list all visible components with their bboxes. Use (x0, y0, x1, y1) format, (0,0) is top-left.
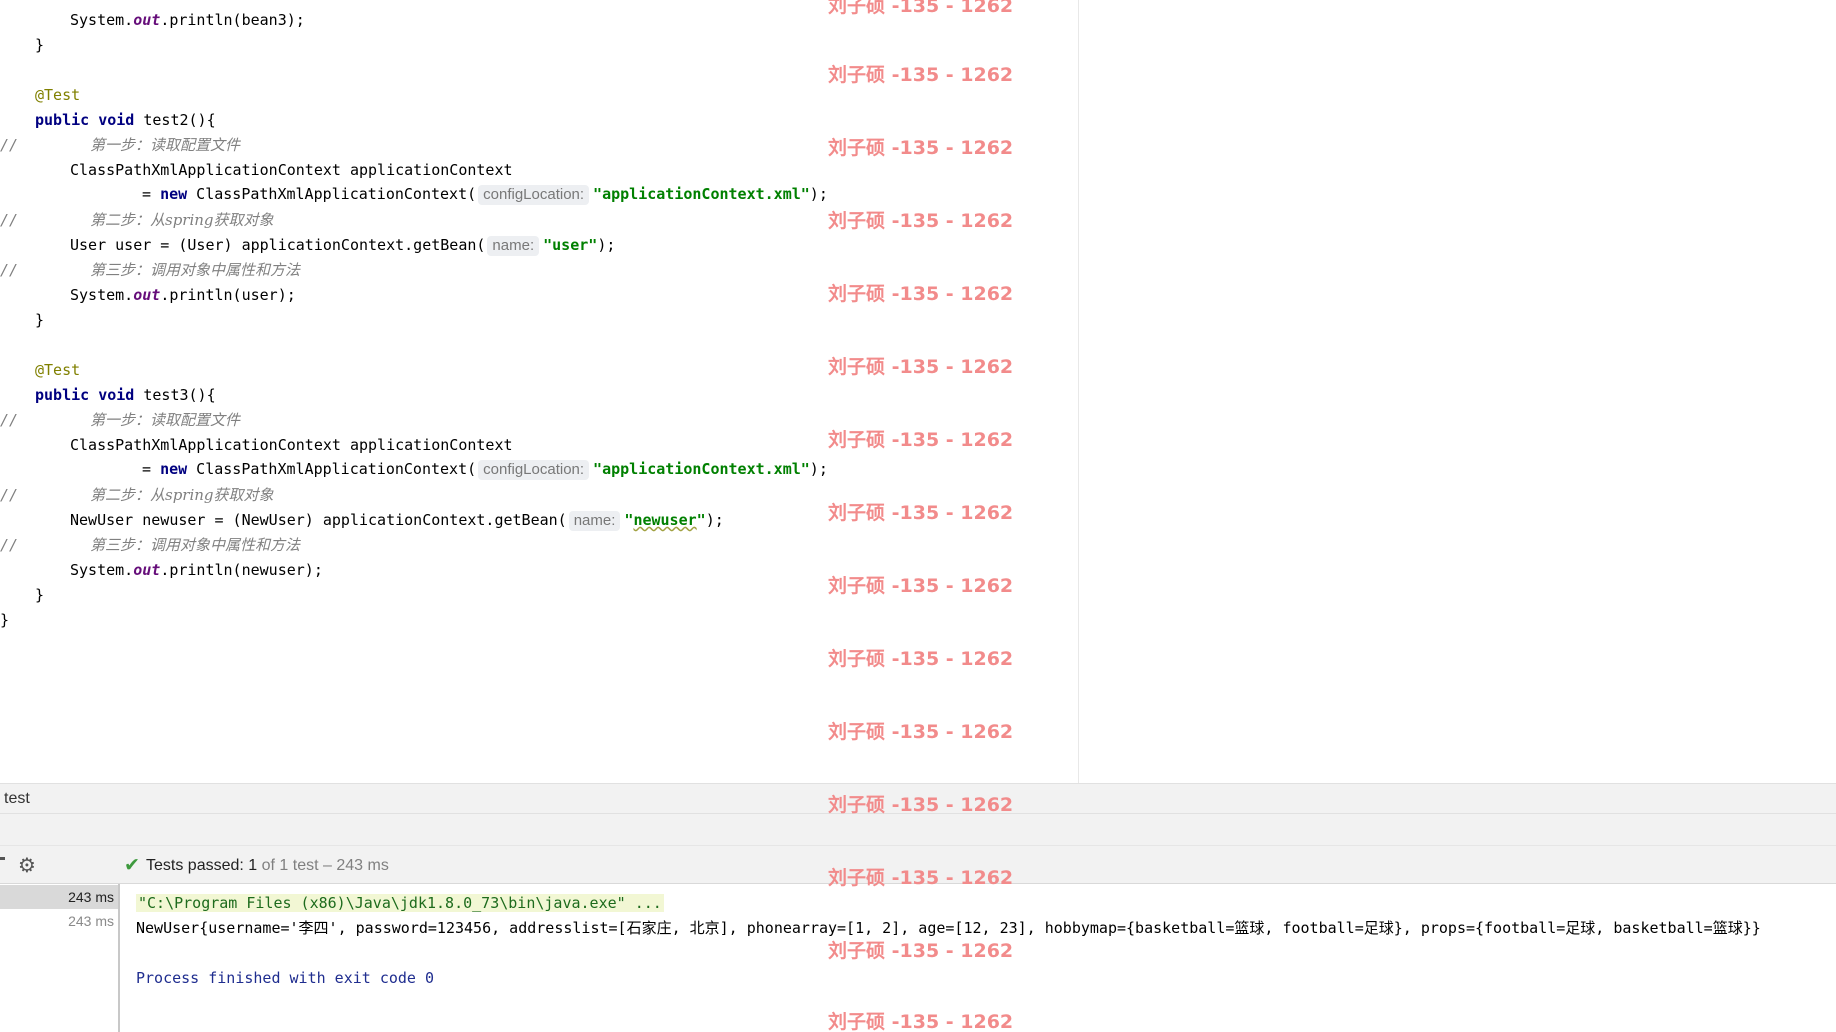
watermark: 刘子硕 -135 - 1262 (828, 429, 1014, 451)
code-line-2[interactable]: } (35, 33, 44, 57)
watermark: 刘子硕 -135 - 1262 (828, 575, 1014, 597)
code-line-context-init[interactable]: = new ClassPathXmlApplicationContext(con… (142, 182, 828, 206)
console-output-line: NewUser{username='李四', password=123456, … (136, 919, 1761, 937)
check-icon: ✔ (124, 854, 140, 876)
right-margin-guide (1078, 0, 1079, 783)
code-line-close-test2[interactable]: } (35, 308, 44, 332)
console-exit-line: Process finished with exit code 0 (136, 969, 435, 987)
code-line-test2-signature[interactable]: public void test2(){ (35, 108, 216, 132)
watermark: 刘子硕 -135 - 1262 (828, 283, 1014, 305)
run-config-title[interactable]: test (4, 790, 30, 808)
tests-passed-status: Tests passed: 1 of 1 test – 243 ms (146, 857, 389, 874)
test-tree-pane[interactable]: 243 ms 243 ms (0, 884, 120, 1032)
watermark: 刘子硕 -135 - 1262 (828, 794, 1014, 816)
code-line-close-test3[interactable]: } (35, 583, 44, 607)
watermark: 刘子硕 -135 - 1262 (828, 502, 1014, 524)
code-line-context-decl-2[interactable]: ClassPathXmlApplicationContext applicati… (70, 433, 513, 457)
param-hint-configlocation-2: configLocation: (478, 460, 590, 480)
watermark: 刘子硕 -135 - 1262 (828, 356, 1014, 378)
code-line-context-init-2[interactable]: = new ClassPathXmlApplicationContext(con… (142, 457, 828, 481)
code-line-context-decl[interactable]: ClassPathXmlApplicationContext applicati… (70, 158, 513, 182)
watermark: 刘子硕 -135 - 1262 (828, 721, 1014, 743)
param-hint-name: name: (487, 236, 540, 256)
code-line-getbean-user[interactable]: User user = (User) applicationContext.ge… (70, 233, 615, 257)
watermark: 刘子硕 -135 - 1262 (828, 210, 1014, 232)
gear-icon[interactable]: ⚙ (18, 854, 40, 876)
watermark: 刘子硕 -135 - 1262 (828, 940, 1014, 962)
code-line-println-user[interactable]: System.out.println(user); (70, 283, 296, 307)
watermark: 刘子硕 -135 - 1262 (828, 1011, 1014, 1032)
code-line-test3-signature[interactable]: public void test3(){ (35, 383, 216, 407)
watermark: 刘子硕 -135 - 1262 (828, 137, 1014, 159)
test-tree-row[interactable]: 243 ms (0, 885, 118, 909)
param-hint-configlocation: configLocation: (478, 185, 590, 205)
test-tree-row[interactable]: 243 ms (0, 909, 118, 933)
code-line-annotation-test3[interactable]: @Test (35, 358, 80, 382)
watermark: 刘子硕 -135 - 1262 (828, 64, 1014, 86)
code-line-1[interactable]: System.out.println(bean3); (70, 8, 305, 32)
rerun-icon[interactable] (0, 857, 5, 871)
code-line-println-newuser[interactable]: System.out.println(newuser); (70, 558, 323, 582)
code-line-close-class[interactable]: } (0, 608, 9, 632)
param-hint-name-2: name: (568, 511, 621, 531)
watermark: 刘子硕 -135 - 1262 (828, 0, 1014, 17)
code-line-annotation-test2[interactable]: @Test (35, 83, 80, 107)
watermark: 刘子硕 -135 - 1262 (828, 867, 1014, 889)
code-line-getbean-newuser[interactable]: NewUser newuser = (NewUser) applicationC… (70, 508, 724, 532)
run-panel-toolbar (0, 814, 1836, 846)
watermark: 刘子硕 -135 - 1262 (828, 648, 1014, 670)
console-command-line: "C:\Program Files (x86)\Java\jdk1.8.0_73… (136, 894, 664, 912)
